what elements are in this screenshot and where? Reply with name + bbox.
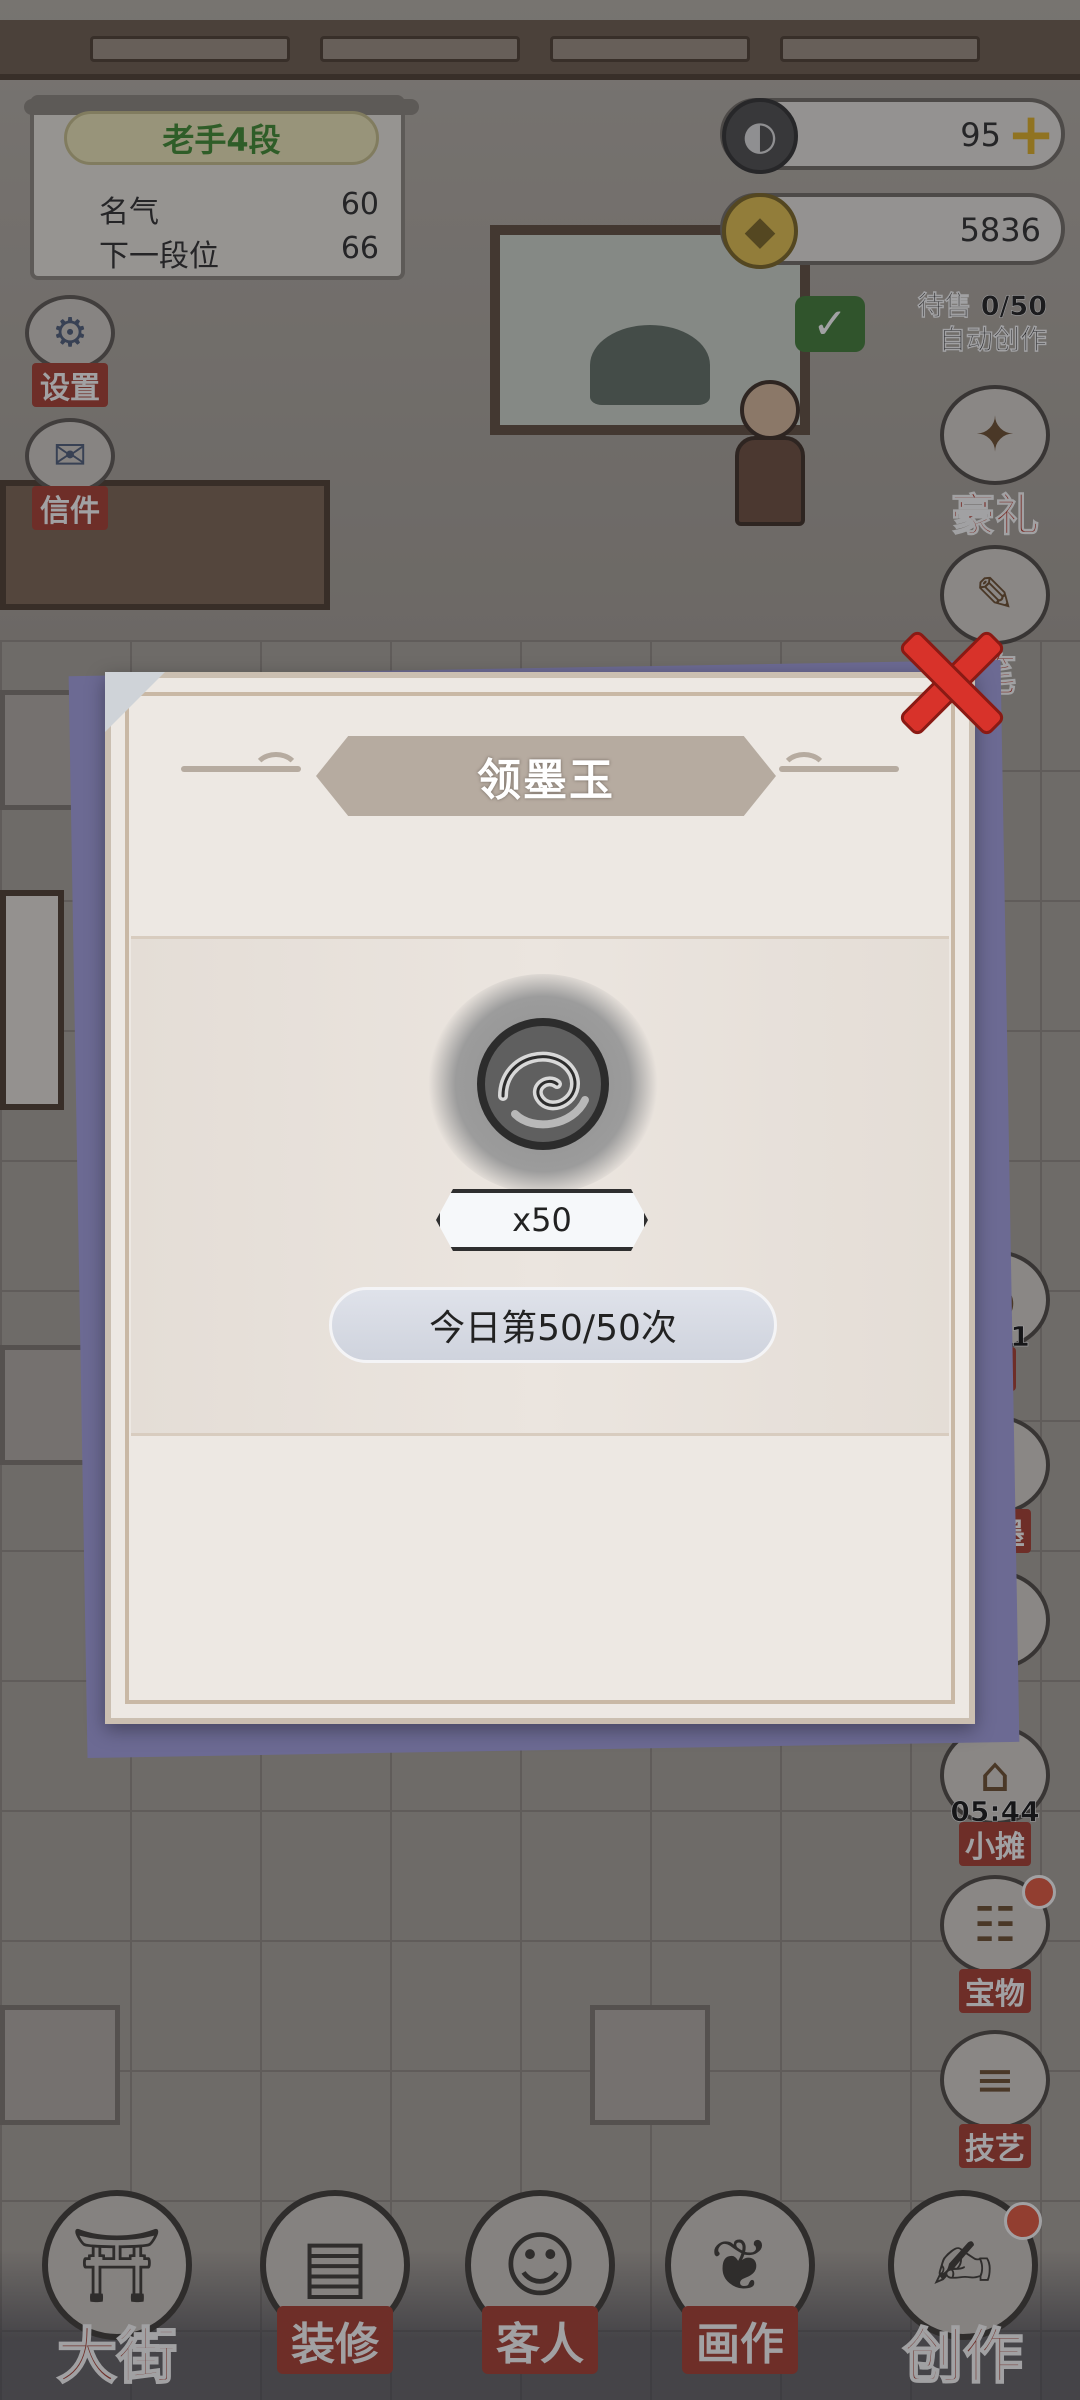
- daily-claim-count: 今日第50/50次: [329, 1287, 777, 1363]
- dialog-title: 领墨玉: [477, 755, 615, 806]
- title-flourish-right: [779, 752, 899, 772]
- reward-quantity: x50: [436, 1189, 648, 1251]
- title-flourish-left: [181, 752, 301, 772]
- close-icon[interactable]: [888, 620, 1008, 740]
- page-corner-fold: [105, 672, 165, 732]
- reward-band: x50 今日第50/50次: [131, 936, 949, 1436]
- reward-dialog: 领墨玉 x50 今日第50/50次: [105, 672, 975, 1724]
- ink-jade-icon: [477, 1018, 609, 1150]
- ink-jade-reward: [428, 974, 658, 1194]
- dialog-title-plate: 领墨玉: [316, 736, 776, 816]
